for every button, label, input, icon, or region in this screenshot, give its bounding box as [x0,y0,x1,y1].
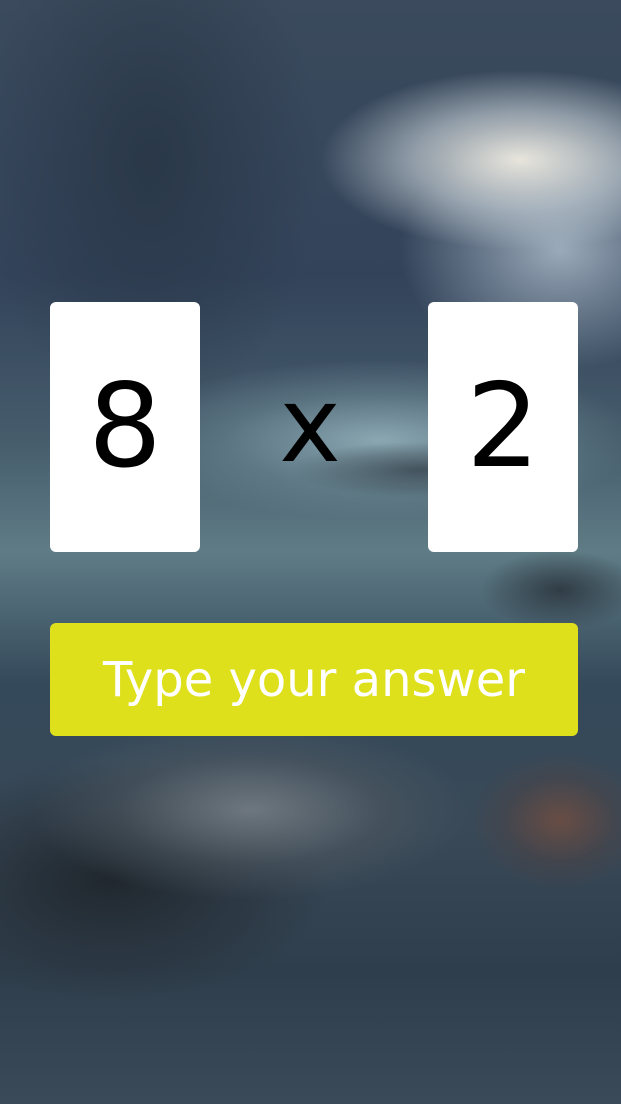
right-operand-card: 2 [428,302,578,552]
type-answer-label: Type your answer [102,651,526,708]
multiplication-operator: x [279,364,341,486]
background-image [0,0,621,1104]
type-answer-button[interactable]: Type your answer [50,623,578,736]
right-operand: 2 [466,359,540,494]
left-operand: 8 [88,359,162,494]
left-operand-card: 8 [50,302,200,552]
